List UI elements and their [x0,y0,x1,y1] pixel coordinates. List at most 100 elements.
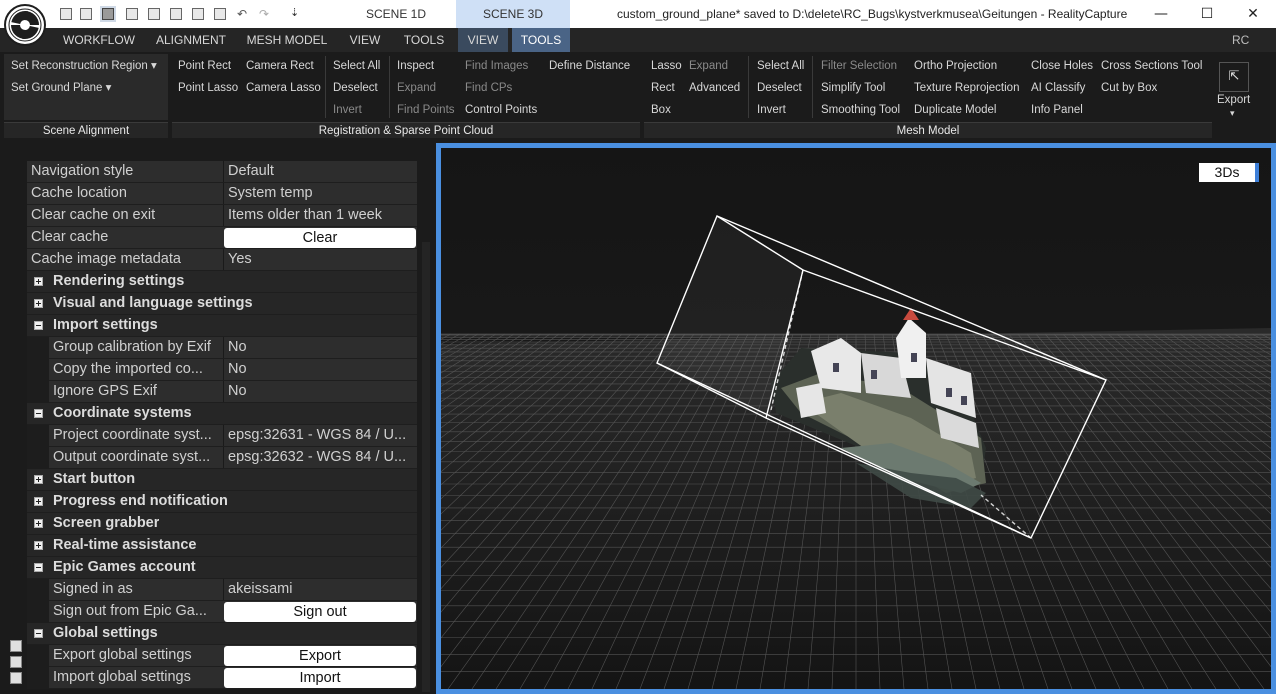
box-button[interactable]: Box [651,103,671,117]
layout-7-icon[interactable] [190,6,206,22]
setting-value[interactable]: Items older than 1 week [223,205,417,226]
setting-value[interactable]: Default [223,161,417,182]
close-icon[interactable]: ✕ [1230,0,1276,28]
section-epic-games-account[interactable]: Epic Games account [27,557,417,579]
layout-4-icon[interactable] [124,6,140,22]
registration-deselect-button[interactable]: Deselect [333,81,378,95]
mesh-deselect-button[interactable]: Deselect [757,81,802,95]
import-global-settings-button[interactable]: Import [224,668,416,688]
section-import-settings[interactable]: Import settings [27,315,417,337]
collapse-icon[interactable] [34,409,43,418]
mesh-select-all-button[interactable]: Select All [757,59,804,73]
view-mode-badge[interactable]: 3Ds [1199,163,1259,182]
tab-scene-1d[interactable]: SCENE 1D [336,0,456,28]
setting-row-copy-imported[interactable]: Copy the imported co... No [27,359,417,381]
setting-row-ignore-gps[interactable]: Ignore GPS Exif No [27,381,417,403]
cross-sections-tool-button[interactable]: Cross Sections Tool [1101,59,1202,73]
section-global-settings[interactable]: Global settings [27,623,417,645]
find-cps-button[interactable]: Find CPs [465,81,512,95]
sign-out-button[interactable]: Sign out [224,602,416,622]
collapse-icon[interactable] [34,563,43,572]
section-coordinate-systems[interactable]: Coordinate systems [27,403,417,425]
undo-icon[interactable]: ↶ [234,6,250,22]
point-lasso-button[interactable]: Point Lasso [178,81,238,95]
expand-icon[interactable] [34,299,43,308]
mesh-expand-button[interactable]: Expand [689,59,728,73]
simplify-tool-button[interactable]: Simplify Tool [821,81,885,95]
layout-1-icon[interactable] [58,6,74,22]
lasso-button[interactable]: Lasso [651,59,682,73]
export-icon[interactable]: ⇱ [1219,62,1249,92]
set-reconstruction-region-button[interactable]: Set Reconstruction Region ▾ [11,59,157,73]
camera-rect-button[interactable]: Camera Rect [246,59,314,73]
section-screen-grabber[interactable]: Screen grabber [27,513,417,535]
collapse-icon[interactable] [34,321,43,330]
registration-select-all-button[interactable]: Select All [333,59,380,73]
rect-button[interactable]: Rect [651,81,675,95]
ortho-projection-button[interactable]: Ortho Projection [914,59,997,73]
export-chevron-down-icon[interactable]: ▾ [1230,106,1235,120]
section-visual-language-settings[interactable]: Visual and language settings [27,293,417,315]
expand-icon[interactable] [34,475,43,484]
advanced-button[interactable]: Advanced [689,81,740,95]
layout-6-icon[interactable] [168,6,184,22]
duplicate-model-button[interactable]: Duplicate Model [914,103,996,117]
find-points-button[interactable]: Find Points [397,103,455,117]
tab-scene-3d[interactable]: SCENE 3D [456,0,570,28]
expand-icon[interactable] [34,519,43,528]
setting-value[interactable]: System temp [223,183,417,204]
section-realtime-assistance[interactable]: Real-time assistance [27,535,417,557]
collapse-icon[interactable] [34,629,43,638]
clear-cache-button[interactable]: Clear [224,228,416,248]
menu-alignment[interactable]: ALIGNMENT [152,28,230,52]
registration-expand-button[interactable]: Expand [397,81,436,95]
set-ground-plane-button[interactable]: Set Ground Plane ▾ [11,81,111,95]
setting-value[interactable]: Yes [223,249,417,270]
setting-row-cache-location[interactable]: Cache location System temp [27,183,417,205]
camera-lasso-button[interactable]: Camera Lasso [246,81,321,95]
minimize-icon[interactable]: — [1138,0,1184,28]
panel-scroll-top-icon[interactable] [10,656,22,668]
panel-collapse-all-icon[interactable] [10,640,22,652]
setting-row-group-calibration[interactable]: Group calibration by Exif No [27,337,417,359]
layout-8-icon[interactable] [212,6,228,22]
3d-viewport[interactable]: 3Ds [436,143,1276,694]
menu-view[interactable]: VIEW [342,28,388,52]
rc-label[interactable]: RC [1232,28,1249,52]
section-rendering-settings[interactable]: Rendering settings [27,271,417,293]
panel-scrollbar[interactable] [422,242,430,692]
registration-invert-button[interactable]: Invert [333,103,362,117]
section-start-button[interactable]: Start button [27,469,417,491]
setting-row-project-coordinate-system[interactable]: Project coordinate syst... epsg:32631 - … [27,425,417,447]
setting-row-navigation-style[interactable]: Navigation style Default [27,161,417,183]
menu-tools[interactable]: TOOLS [398,28,450,52]
find-images-button[interactable]: Find Images [465,59,528,73]
menu-mesh-model[interactable]: MESH MODEL [244,28,330,52]
maximize-icon[interactable]: ☐ [1184,0,1230,28]
setting-value[interactable]: No [223,337,417,358]
panel-scroll-bottom-icon[interactable] [10,672,22,684]
expand-icon[interactable] [34,277,43,286]
customize-toolbar-icon[interactable]: ⇣ [290,6,299,19]
cut-by-box-button[interactable]: Cut by Box [1101,81,1157,95]
setting-value[interactable]: epsg:32631 - WGS 84 / U... [223,425,417,446]
menu-workflow[interactable]: WORKFLOW [58,28,140,52]
setting-value[interactable]: epsg:32632 - WGS 84 / U... [223,447,417,468]
point-rect-button[interactable]: Point Rect [178,59,231,73]
info-panel-button[interactable]: Info Panel [1031,103,1083,117]
menu-context-view[interactable]: VIEW [458,28,508,52]
export-global-settings-button[interactable]: Export [224,646,416,666]
menu-context-tools[interactable]: TOOLS [512,28,570,52]
layout-2-icon[interactable] [78,6,94,22]
section-progress-end-notification[interactable]: Progress end notification [27,491,417,513]
inspect-button[interactable]: Inspect [397,59,434,73]
control-points-button[interactable]: Control Points [465,103,537,117]
layout-3-icon[interactable] [100,6,116,22]
setting-value[interactable]: No [223,359,417,380]
texture-reprojection-button[interactable]: Texture Reprojection [914,81,1019,95]
setting-row-clear-cache-on-exit[interactable]: Clear cache on exit Items older than 1 w… [27,205,417,227]
redo-icon[interactable]: ↷ [256,6,272,22]
ai-classify-button[interactable]: AI Classify [1031,81,1085,95]
mesh-invert-button[interactable]: Invert [757,103,786,117]
setting-value[interactable]: No [223,381,417,402]
